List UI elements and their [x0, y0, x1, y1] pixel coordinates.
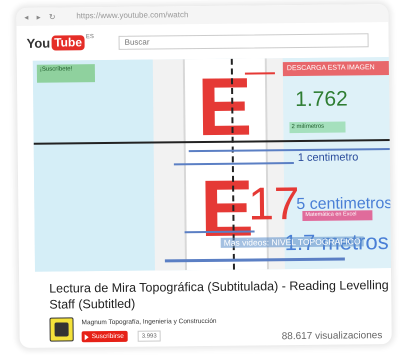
logo-country: ES	[85, 34, 94, 41]
logo-you: You	[26, 35, 51, 51]
subscribe-label: Suscribirse	[91, 332, 124, 341]
more-videos-overlay[interactable]: Mas videos: NIVEL TOPOGRAFICO	[220, 236, 364, 248]
cm-label: 1 centimetro	[297, 151, 359, 165]
play-icon	[84, 333, 89, 340]
logo-tube: Tube	[51, 34, 86, 51]
video-title: Lectura de Mira Topográfica (Subtitulada…	[49, 278, 389, 312]
avatar-emblem	[54, 322, 69, 337]
subscribe-button[interactable]: Suscribirse	[81, 330, 128, 343]
view-count: 88.617 visualizaciones	[281, 330, 383, 343]
video-player[interactable]: E E 17 ¡Suscríbete! DESCARGA ESTA IMAGEN…	[32, 57, 392, 272]
youtube-logo[interactable]: You Tube ES	[27, 34, 95, 51]
nav-icons[interactable]: ◂ ▸ ↻	[24, 13, 58, 22]
channel-avatar[interactable]	[49, 317, 74, 342]
channel-name[interactable]: Magnum Topografía, Ingeniería y Construc…	[81, 318, 216, 326]
browser-frame: ◂ ▸ ↻ https://www.youtube.com/watch You …	[16, 4, 392, 348]
mm-tag: 2 milímetros	[289, 121, 346, 134]
youtube-header: You Tube ES Buscar	[16, 24, 389, 56]
excel-tag[interactable]: Matemática en Excel	[302, 210, 373, 221]
staff-digits: 17	[248, 177, 300, 230]
url-text[interactable]: https://www.youtube.com/watch	[76, 10, 188, 20]
address-bar[interactable]: ◂ ▸ ↻ https://www.youtube.com/watch	[16, 4, 389, 26]
reading-value: 1.762	[295, 87, 348, 112]
video-left-panel	[32, 59, 155, 272]
download-tag[interactable]: DESCARGA ESTA IMAGEN	[282, 61, 392, 77]
search-input[interactable]: Buscar	[118, 33, 369, 50]
subscriber-count: 3.993	[137, 330, 161, 342]
staff-letter-top: E	[196, 61, 253, 154]
subscribe-tag[interactable]: ¡Suscríbete!	[36, 64, 96, 83]
